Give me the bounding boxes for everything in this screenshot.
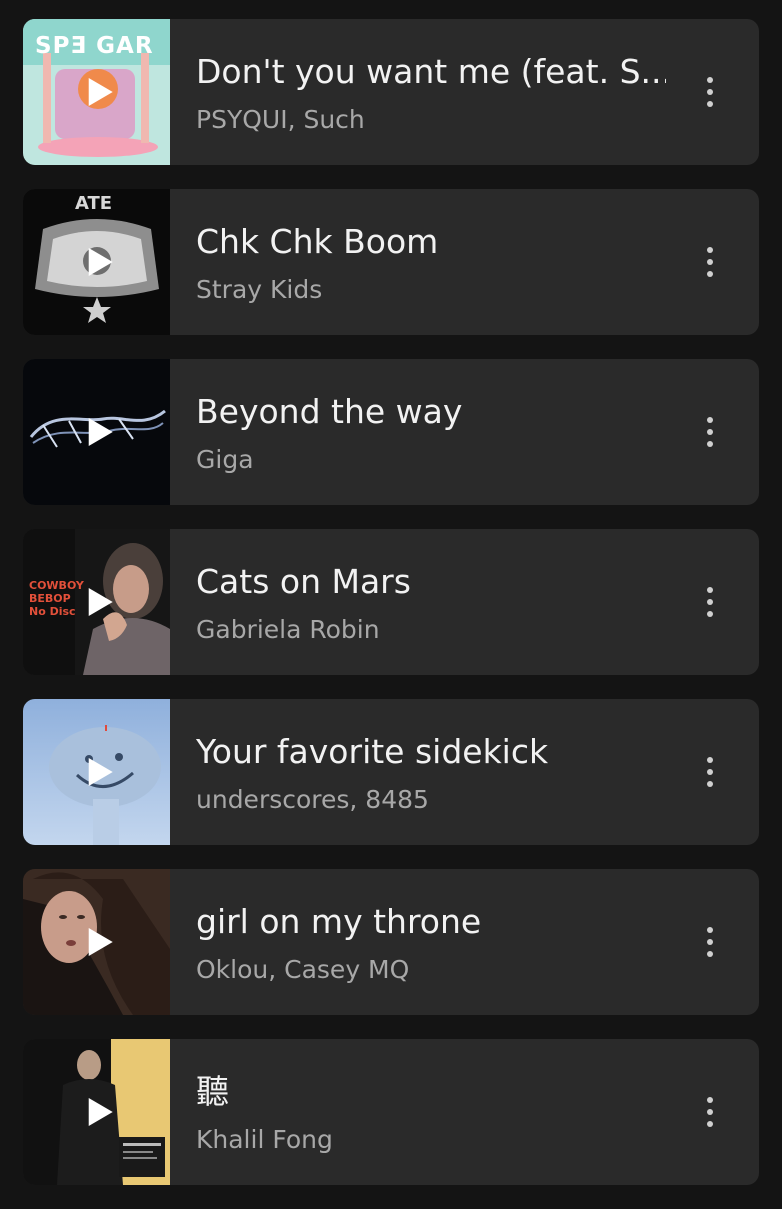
track-title: Cats on Mars xyxy=(196,562,411,601)
more-options-button[interactable] xyxy=(695,240,725,284)
album-art[interactable]: SPƎ GAR xyxy=(23,19,170,165)
more-vertical-icon xyxy=(707,247,713,253)
more-options-button[interactable] xyxy=(695,750,725,794)
play-icon[interactable] xyxy=(82,75,116,109)
track-info: Don't you want me (feat. S... PSYQUI, Su… xyxy=(170,19,759,165)
track-artist: Gabriela Robin xyxy=(196,615,380,644)
track-title: Chk Chk Boom xyxy=(196,222,439,261)
play-icon[interactable] xyxy=(82,755,116,789)
track-artist: Khalil Fong xyxy=(196,1125,333,1154)
album-art[interactable]: COWBOY BEBOP No Disc xyxy=(23,529,170,675)
track-row[interactable]: 聽 Khalil Fong xyxy=(23,1039,759,1185)
track-list: SPƎ GAR Don't you want me (feat. S... PS… xyxy=(23,19,759,1209)
track-row[interactable]: SPƎ GAR Don't you want me (feat. S... PS… xyxy=(23,19,759,165)
play-icon[interactable] xyxy=(82,925,116,959)
track-artist: Oklou, Casey MQ xyxy=(196,955,410,984)
more-vertical-icon xyxy=(707,417,713,423)
more-vertical-icon xyxy=(707,77,713,83)
track-row[interactable]: ATE Chk Chk Boom Stray Kids xyxy=(23,189,759,335)
track-row[interactable]: Beyond the way Giga xyxy=(23,359,759,505)
more-vertical-icon xyxy=(707,757,713,763)
album-art[interactable]: ATE xyxy=(23,189,170,335)
more-vertical-icon xyxy=(707,927,713,933)
more-options-button[interactable] xyxy=(695,410,725,454)
track-info: Cats on Mars Gabriela Robin xyxy=(170,529,759,675)
cover-text: ATE xyxy=(75,193,113,214)
track-title: Your favorite sidekick xyxy=(196,732,549,771)
track-title: Beyond the way xyxy=(196,392,463,431)
album-art[interactable] xyxy=(23,869,170,1015)
track-artist: Giga xyxy=(196,445,254,474)
more-options-button[interactable] xyxy=(695,580,725,624)
track-row[interactable]: girl on my throne Oklou, Casey MQ xyxy=(23,869,759,1015)
track-info: Your favorite sidekick underscores, 8485 xyxy=(170,699,759,845)
track-info: 聽 Khalil Fong xyxy=(170,1039,759,1185)
track-title: 聽 xyxy=(196,1072,229,1111)
track-artist: PSYQUI, Such xyxy=(196,105,365,134)
album-art[interactable] xyxy=(23,359,170,505)
play-icon[interactable] xyxy=(82,415,116,449)
more-options-button[interactable] xyxy=(695,1090,725,1134)
cover-text: COWBOY BEBOP No Disc xyxy=(29,579,84,618)
more-vertical-icon xyxy=(707,1097,713,1103)
track-title: girl on my throne xyxy=(196,902,482,941)
track-title: Don't you want me (feat. S... xyxy=(196,52,666,91)
cover-text: SPƎ GAR xyxy=(35,33,154,59)
play-icon[interactable] xyxy=(82,245,116,279)
track-artist: underscores, 8485 xyxy=(196,785,429,814)
track-row[interactable]: COWBOY BEBOP No Disc Cats on Mars Gabrie… xyxy=(23,529,759,675)
track-info: girl on my throne Oklou, Casey MQ xyxy=(170,869,759,1015)
album-art[interactable] xyxy=(23,1039,170,1185)
album-art[interactable] xyxy=(23,699,170,845)
play-icon[interactable] xyxy=(82,585,116,619)
more-vertical-icon xyxy=(707,587,713,593)
more-options-button[interactable] xyxy=(695,920,725,964)
track-info: Chk Chk Boom Stray Kids xyxy=(170,189,759,335)
track-info: Beyond the way Giga xyxy=(170,359,759,505)
track-artist: Stray Kids xyxy=(196,275,323,304)
play-icon[interactable] xyxy=(82,1095,116,1129)
track-row[interactable]: Your favorite sidekick underscores, 8485 xyxy=(23,699,759,845)
more-options-button[interactable] xyxy=(695,70,725,114)
